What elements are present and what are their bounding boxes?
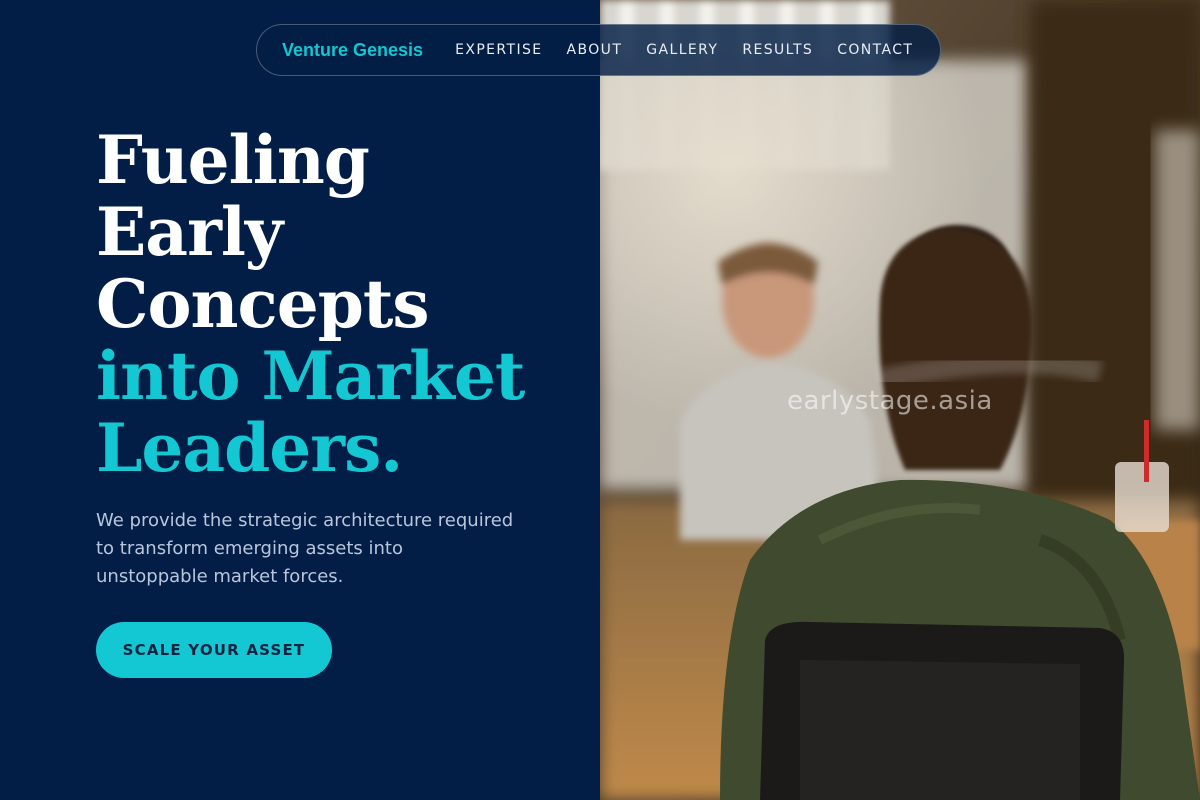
hero-headline: Fueling Early Concepts into Market Leade… (96, 121, 525, 487)
headline-accent-line: into Market (96, 337, 525, 415)
nav-link-gallery[interactable]: GALLERY (646, 42, 718, 58)
nav-link-expertise[interactable]: EXPERTISE (455, 42, 542, 58)
nav-link-about[interactable]: ABOUT (567, 42, 623, 58)
headline-line: Fueling (96, 121, 370, 199)
brand-logo[interactable]: Venture Genesis (282, 40, 423, 61)
landing-page: earlystage.asia Venture Genesis EXPERTIS… (0, 0, 1200, 800)
scale-your-asset-button[interactable]: SCALE YOUR ASSET (96, 622, 332, 678)
nav-links: EXPERTISE ABOUT GALLERY RESULTS CONTACT (455, 42, 913, 58)
headline-accent-line: Leaders. (96, 409, 403, 487)
hero-description: We provide the strategic architecture re… (96, 510, 514, 587)
nav-link-results[interactable]: RESULTS (742, 42, 813, 58)
nav-link-contact[interactable]: CONTACT (837, 42, 913, 58)
headline-line: Concepts (96, 265, 430, 343)
image-watermark: earlystage.asia (787, 386, 993, 416)
headline-line: Early (96, 193, 283, 271)
top-navigation: Venture Genesis EXPERTISE ABOUT GALLERY … (256, 24, 941, 76)
